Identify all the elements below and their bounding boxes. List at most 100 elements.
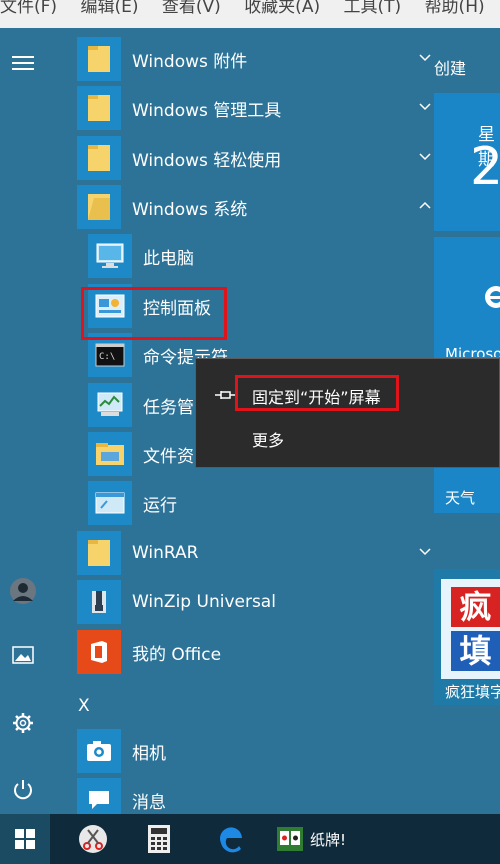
app-label: 任务管 — [143, 397, 194, 418]
menu-view[interactable]: 查看(V) — [162, 0, 221, 16]
app-my-office[interactable]: 我的 Office — [77, 630, 447, 674]
app-label: Windows 轻松使用 — [132, 150, 282, 171]
game-glyph-2: 填 — [451, 631, 500, 671]
app-label: 文件资 — [143, 446, 194, 467]
folder-windows-ease-of-access[interactable]: Windows 轻松使用 — [77, 136, 447, 180]
cmd-icon: C:\ — [95, 343, 125, 367]
game-glyph-1: 疯 — [451, 587, 500, 627]
winzip-icon — [92, 591, 106, 613]
more-item[interactable]: 更多 — [252, 427, 284, 451]
app-label: WinRAR — [132, 543, 199, 563]
app-icon-wrap — [88, 383, 132, 427]
folder-icon-wrap — [77, 185, 121, 229]
folder-icon-wrap — [77, 531, 121, 575]
app-icon-wrap — [88, 432, 132, 476]
app-icon-wrap — [77, 580, 121, 624]
taskbar-calculator[interactable] — [134, 814, 184, 864]
app-label: Windows 系统 — [132, 199, 248, 220]
taskbar: 纸牌! — [0, 814, 500, 864]
taskbar-edge[interactable] — [206, 814, 256, 864]
folder-winrar[interactable]: WinRAR — [77, 531, 447, 575]
folder-icon-wrap — [77, 37, 121, 81]
avatar — [10, 578, 36, 604]
app-this-pc[interactable]: 此电脑 — [88, 234, 458, 278]
app-icon-wrap — [88, 481, 132, 525]
calendar-date: 2 — [470, 137, 500, 197]
folder-icon — [88, 145, 110, 171]
task-manager-icon — [97, 392, 123, 416]
hamburger-icon — [12, 56, 34, 70]
folder-windows-system[interactable]: Windows 系统 — [77, 185, 447, 229]
app-label: WinZip Universal — [132, 592, 276, 612]
menu-tools[interactable]: 工具(T) — [344, 0, 402, 16]
highlight-pin-to-start — [235, 375, 399, 411]
app-icon-wrap — [77, 630, 121, 674]
folder-icon — [88, 95, 110, 121]
chevron-down-icon[interactable] — [418, 150, 432, 164]
cards-icon — [277, 827, 303, 851]
edge-icon — [485, 286, 500, 308]
app-label: 消息 — [132, 792, 166, 813]
start-button[interactable] — [0, 814, 50, 864]
folder-open-icon — [88, 194, 110, 220]
camera-icon — [87, 741, 111, 761]
app-label: Windows 附件 — [132, 51, 248, 72]
app-icon-wrap — [88, 234, 132, 278]
app-camera[interactable]: 相机 — [77, 729, 447, 773]
menu-help[interactable]: 帮助(H) — [425, 0, 485, 16]
game-tile-label: 疯狂填字 — [445, 683, 500, 701]
app-label: 我的 Office — [132, 644, 222, 665]
app-label: 相机 — [132, 743, 166, 764]
calculator-icon — [148, 825, 170, 853]
tile-group-title[interactable]: 创建 — [434, 55, 466, 79]
monitor-icon — [96, 243, 124, 268]
menu-file[interactable]: 文件(F) — [0, 0, 57, 16]
taskbar-solitaire[interactable]: 纸牌! — [276, 814, 360, 864]
chevron-down-icon[interactable] — [418, 51, 432, 65]
taskbar-snipping-tool[interactable] — [68, 814, 118, 864]
message-icon — [89, 791, 109, 809]
app-label: 运行 — [143, 495, 177, 516]
folder-icon — [88, 46, 110, 72]
edge-icon — [220, 827, 242, 853]
svg-text:C:\: C:\ — [99, 352, 115, 362]
app-label: 此电脑 — [143, 248, 194, 269]
hamburger-button[interactable] — [8, 48, 38, 78]
folder-icon-wrap — [77, 86, 121, 130]
office-icon — [91, 641, 107, 663]
browser-menubar: 文件(F) 编辑(E) 查看(V) 收藏夹(A) 工具(T) 帮助(H) — [0, 0, 500, 28]
menu-favorites[interactable]: 收藏夹(A) — [244, 0, 320, 16]
folder-icon-wrap — [77, 136, 121, 180]
menu-edit[interactable]: 编辑(E) — [80, 0, 138, 16]
folder-windows-admin-tools[interactable]: Windows 管理工具 — [77, 86, 447, 130]
chevron-down-icon[interactable] — [418, 545, 432, 559]
run-icon — [95, 492, 125, 514]
folder-icon — [88, 540, 110, 566]
chevron-down-icon[interactable] — [418, 100, 432, 114]
calendar-tile[interactable]: 星期 2 — [434, 93, 500, 231]
highlight-control-panel — [81, 287, 227, 340]
settings-button[interactable] — [8, 708, 38, 738]
picture-icon — [12, 646, 34, 664]
chevron-up-icon[interactable] — [418, 199, 432, 213]
pin-icon — [215, 391, 235, 399]
start-rail — [0, 28, 46, 814]
gear-icon — [13, 713, 33, 733]
user-avatar-button[interactable] — [8, 576, 38, 606]
folder-explorer-icon — [96, 443, 124, 465]
section-header-x[interactable]: X — [78, 696, 90, 716]
game-tile[interactable]: 疯 填 疯狂填字 — [434, 569, 500, 705]
windows-logo-icon — [15, 829, 35, 849]
power-icon — [14, 780, 32, 800]
folder-windows-accessories[interactable]: Windows 附件 — [77, 37, 447, 81]
app-run[interactable]: 运行 — [88, 481, 458, 525]
power-button[interactable] — [8, 774, 38, 804]
pictures-button[interactable] — [8, 640, 38, 670]
app-winzip-universal[interactable]: WinZip Universal — [77, 580, 447, 624]
app-icon-wrap — [77, 729, 121, 773]
app-label: Windows 管理工具 — [132, 100, 282, 121]
solitaire-label: 纸牌! — [310, 830, 347, 849]
game-tile-art: 疯 填 — [441, 579, 500, 679]
weather-tile-label: 天气 — [445, 489, 476, 507]
edge-tile[interactable]: Microsoft — [434, 237, 500, 363]
